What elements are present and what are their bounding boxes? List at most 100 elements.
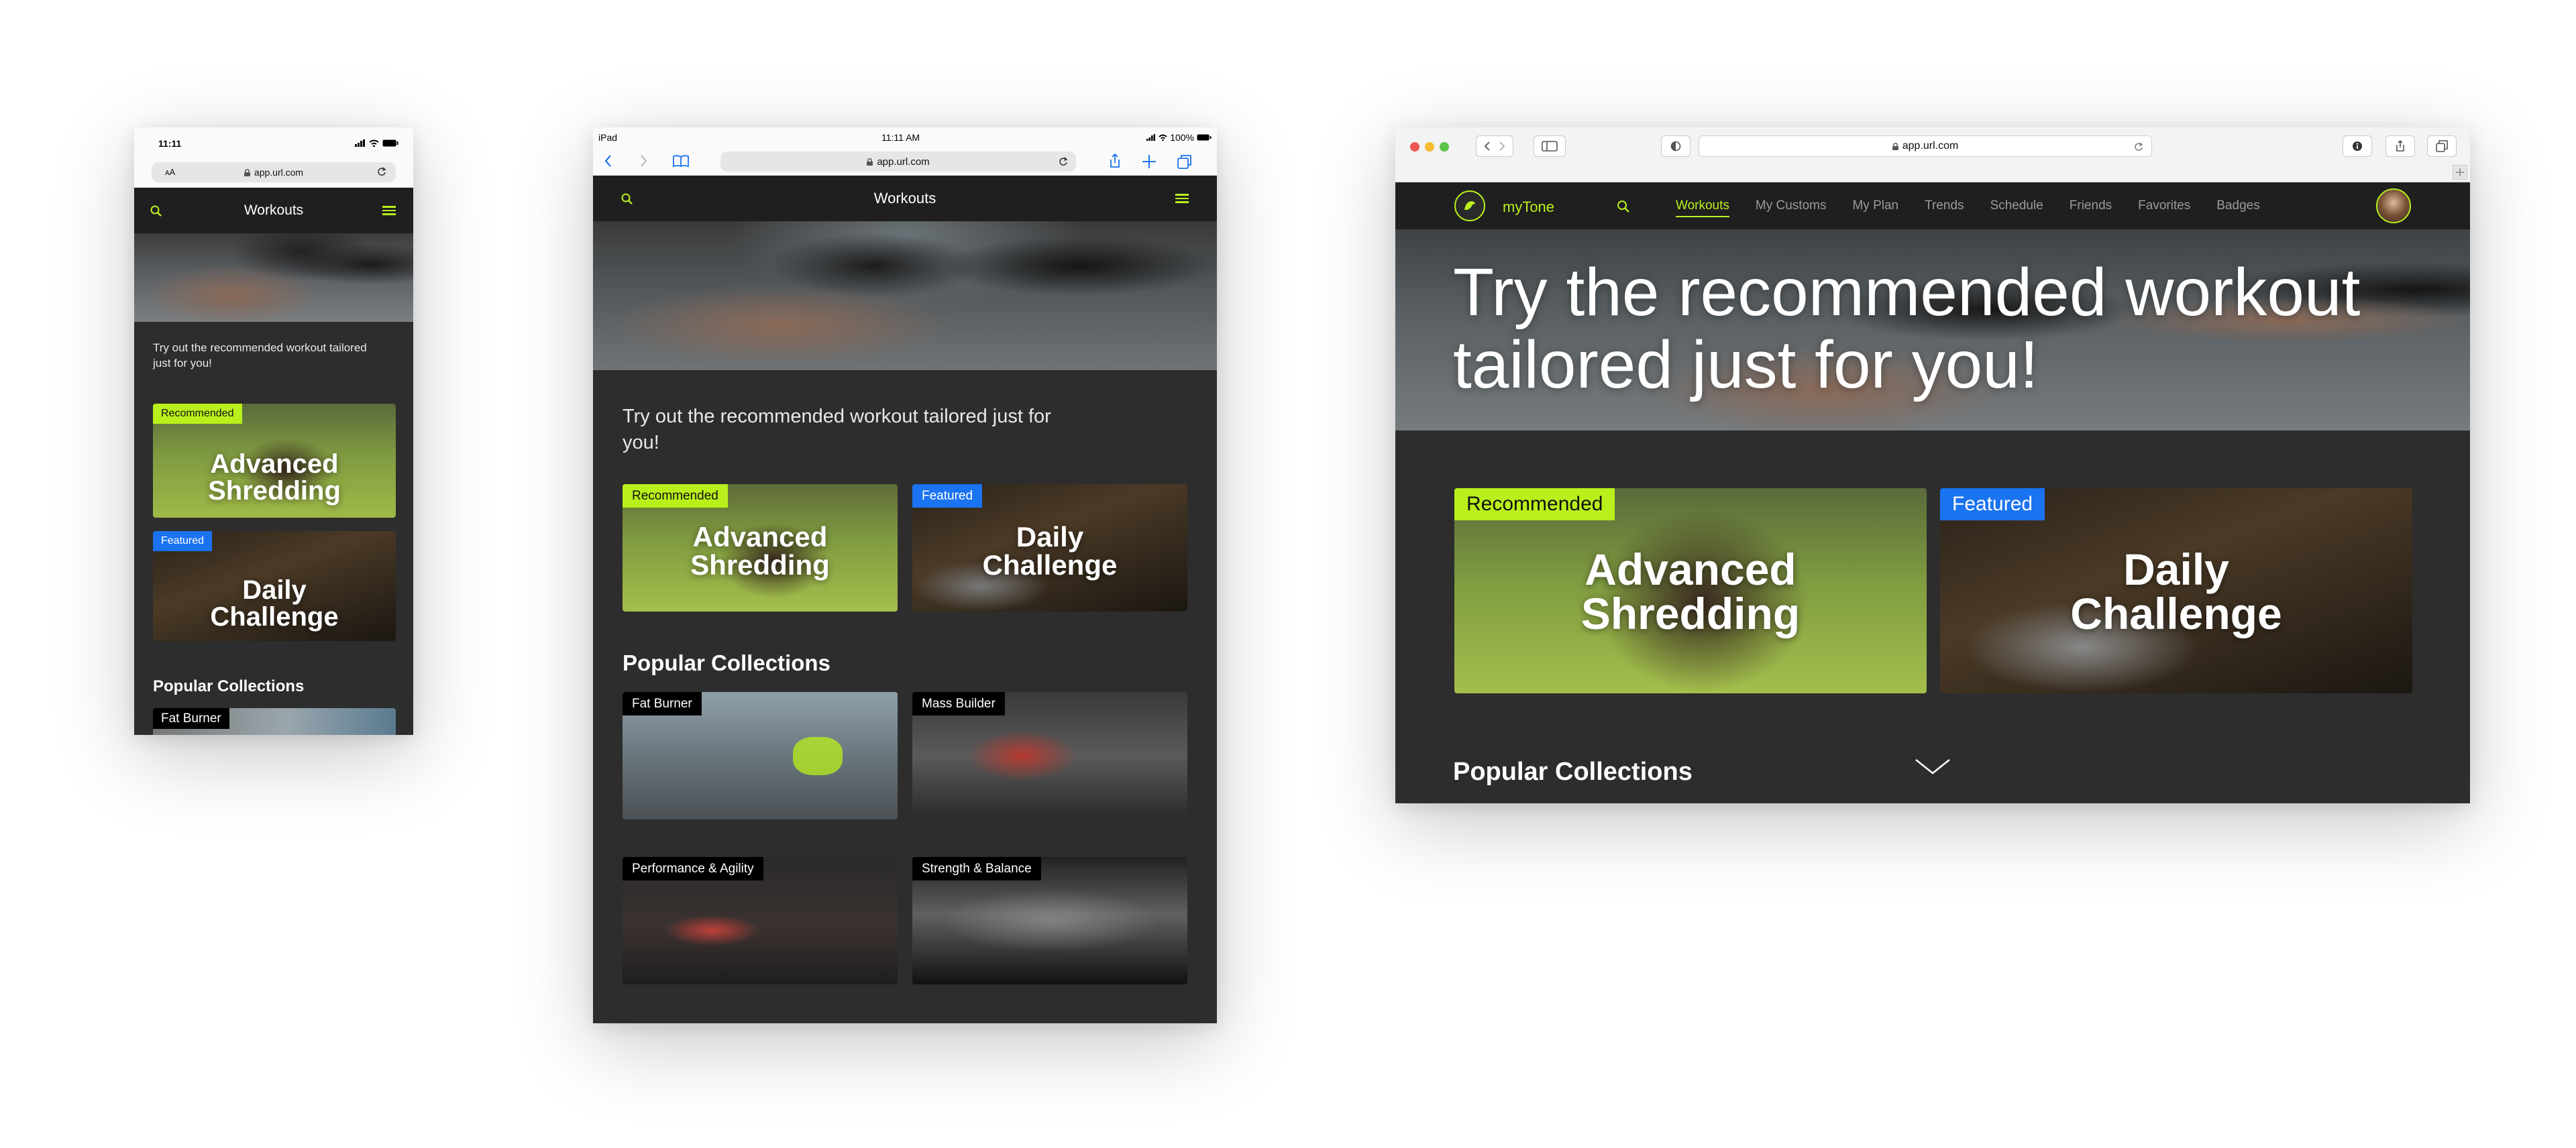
featured-card[interactable]: Featured Daily Challenge — [912, 484, 1187, 612]
collection-card[interactable]: Fat Burner — [623, 692, 898, 819]
privacy-shield-icon[interactable] — [1661, 135, 1690, 157]
zoom-window-button[interactable] — [1440, 142, 1449, 152]
url-bar[interactable]: ᴀA app.url.com — [152, 162, 396, 182]
nav-item-my-customs[interactable]: My Customs — [1756, 198, 1827, 217]
wifi-icon — [369, 139, 379, 147]
nav-item-trends[interactable]: Trends — [1925, 198, 1964, 217]
collection-card[interactable]: Strength & Balance — [912, 857, 1187, 984]
battery-icon — [1197, 134, 1212, 141]
featured-card[interactable]: Featured Daily Challenge — [153, 531, 396, 641]
status-time: 11:11 AM — [881, 132, 920, 143]
collection-label: Performance & Agility — [623, 857, 763, 880]
collection-card[interactable]: Fat Burner — [153, 708, 396, 735]
bookmarks-icon[interactable] — [672, 154, 690, 168]
menu-icon[interactable] — [1175, 192, 1189, 205]
close-window-button[interactable] — [1410, 142, 1419, 152]
tablet-screen: iPad 11:11 AM 100% app.url.com Workouts … — [593, 127, 1217, 1023]
card-title: Advanced Shredding — [208, 449, 341, 506]
avatar[interactable] — [2376, 188, 2411, 223]
collection-card[interactable]: Mass Builder — [912, 692, 1187, 819]
tabs-icon[interactable] — [2427, 135, 2457, 157]
reload-icon[interactable] — [377, 167, 386, 176]
card-title: Daily Challenge — [982, 521, 1118, 581]
card-title: Advanced Shredding — [690, 521, 830, 581]
collection-label: Fat Burner — [153, 708, 229, 729]
reload-icon[interactable] — [2134, 142, 2143, 152]
lock-icon — [1892, 142, 1898, 150]
share-icon[interactable] — [1108, 153, 1122, 169]
sidebar-toggle-icon[interactable] — [1534, 135, 1566, 157]
nav-title: Workouts — [873, 190, 936, 207]
intro-text: Try out the recommended workout tailored… — [153, 341, 367, 369]
nav-item-friends[interactable]: Friends — [2070, 198, 2112, 217]
featured-badge: Featured — [153, 531, 213, 551]
app-nav: myTone Workouts My Customs My Plan Trends Sc… — [1395, 182, 2470, 229]
recommended-card[interactable]: Recommended Advanced Shredding — [153, 404, 396, 518]
recommended-badge: Recommended — [623, 484, 728, 508]
nav-title: Workouts — [244, 203, 304, 218]
tabs-icon[interactable] — [1177, 154, 1193, 170]
status-bar: 11:11 — [134, 127, 413, 160]
recommended-card[interactable]: Recommended Advanced Shredding — [1454, 488, 1927, 693]
phone-screen: 11:11 ᴀA app.url.com Workouts Try out th… — [134, 127, 413, 735]
share-icon[interactable] — [2385, 135, 2415, 157]
search-icon[interactable] — [1617, 200, 1630, 213]
new-tab-icon[interactable] — [1142, 154, 1157, 169]
app-nav: Workouts — [593, 176, 1217, 221]
text-size-button[interactable]: ᴀA — [165, 167, 175, 177]
hero-image — [593, 221, 1217, 370]
lock-icon — [867, 158, 873, 166]
nav-menu: Workouts My Customs My Plan Trends Schedule F… — [1676, 198, 2260, 217]
url-bar-row: ᴀA app.url.com — [134, 160, 413, 188]
collection-label: Mass Builder — [912, 692, 1005, 715]
status-time: 11:11 — [158, 138, 182, 149]
menu-icon[interactable] — [382, 204, 396, 217]
minimize-window-button[interactable] — [1425, 142, 1434, 152]
section-title: Popular Collections — [1453, 758, 1693, 786]
status-bar: iPad 11:11 AM 100% — [593, 127, 1217, 148]
lock-icon — [244, 168, 250, 176]
mytone-logo-icon[interactable] — [1454, 190, 1485, 221]
url-text: app.url.com — [254, 167, 304, 178]
nav-item-favorites[interactable]: Favorites — [2138, 198, 2190, 217]
url-bar[interactable]: app.url.com — [720, 152, 1076, 172]
url-text: app.url.com — [877, 156, 930, 168]
browser-toolbar: app.url.com — [1395, 127, 2470, 182]
forward-icon[interactable] — [640, 154, 648, 168]
collection-card[interactable]: Performance & Agility — [623, 857, 898, 984]
battery-percent: 100% — [1170, 132, 1194, 143]
battery-icon — [382, 139, 398, 147]
browser-toolbar: app.url.com — [593, 148, 1217, 176]
brand-name[interactable]: myTone — [1503, 198, 1554, 216]
url-bar[interactable]: app.url.com — [1699, 135, 2152, 157]
nav-item-schedule[interactable]: Schedule — [1990, 198, 2043, 217]
search-icon[interactable] — [150, 205, 162, 217]
status-icons — [355, 139, 398, 147]
nav-item-badges[interactable]: Badges — [2216, 198, 2259, 217]
forward-icon[interactable] — [1499, 141, 1505, 152]
nav-item-my-plan[interactable]: My Plan — [1852, 198, 1898, 217]
hero-headline: Try the recommended workout tailored just… — [1453, 255, 2361, 402]
section-title: Popular Collections — [623, 650, 830, 675]
signal-icon — [1146, 134, 1156, 141]
back-icon[interactable] — [604, 154, 612, 168]
nav-item-workouts[interactable]: Workouts — [1676, 198, 1729, 217]
recommended-badge: Recommended — [1454, 488, 1615, 520]
back-icon[interactable] — [1484, 141, 1491, 152]
hero-image — [134, 233, 413, 322]
hero-image: Try the recommended workout tailored just… — [1395, 229, 2470, 431]
search-icon[interactable] — [621, 193, 633, 205]
status-device: iPad — [598, 132, 618, 143]
wifi-icon — [1159, 134, 1167, 141]
recommended-card[interactable]: Recommended Advanced Shredding — [623, 484, 898, 612]
app-nav: Workouts — [134, 188, 413, 233]
info-icon[interactable] — [2343, 135, 2372, 157]
reload-icon[interactable] — [1059, 157, 1068, 166]
featured-card[interactable]: Featured Daily Challenge — [1940, 488, 2412, 693]
intro-text: Try out the recommended workout tailored… — [623, 406, 1051, 454]
new-tab-icon[interactable] — [2453, 165, 2467, 180]
section-title: Popular Collections — [153, 677, 305, 695]
collection-label: Strength & Balance — [912, 857, 1041, 880]
featured-badge: Featured — [1940, 488, 2045, 520]
chevron-down-icon[interactable] — [1915, 758, 1951, 775]
